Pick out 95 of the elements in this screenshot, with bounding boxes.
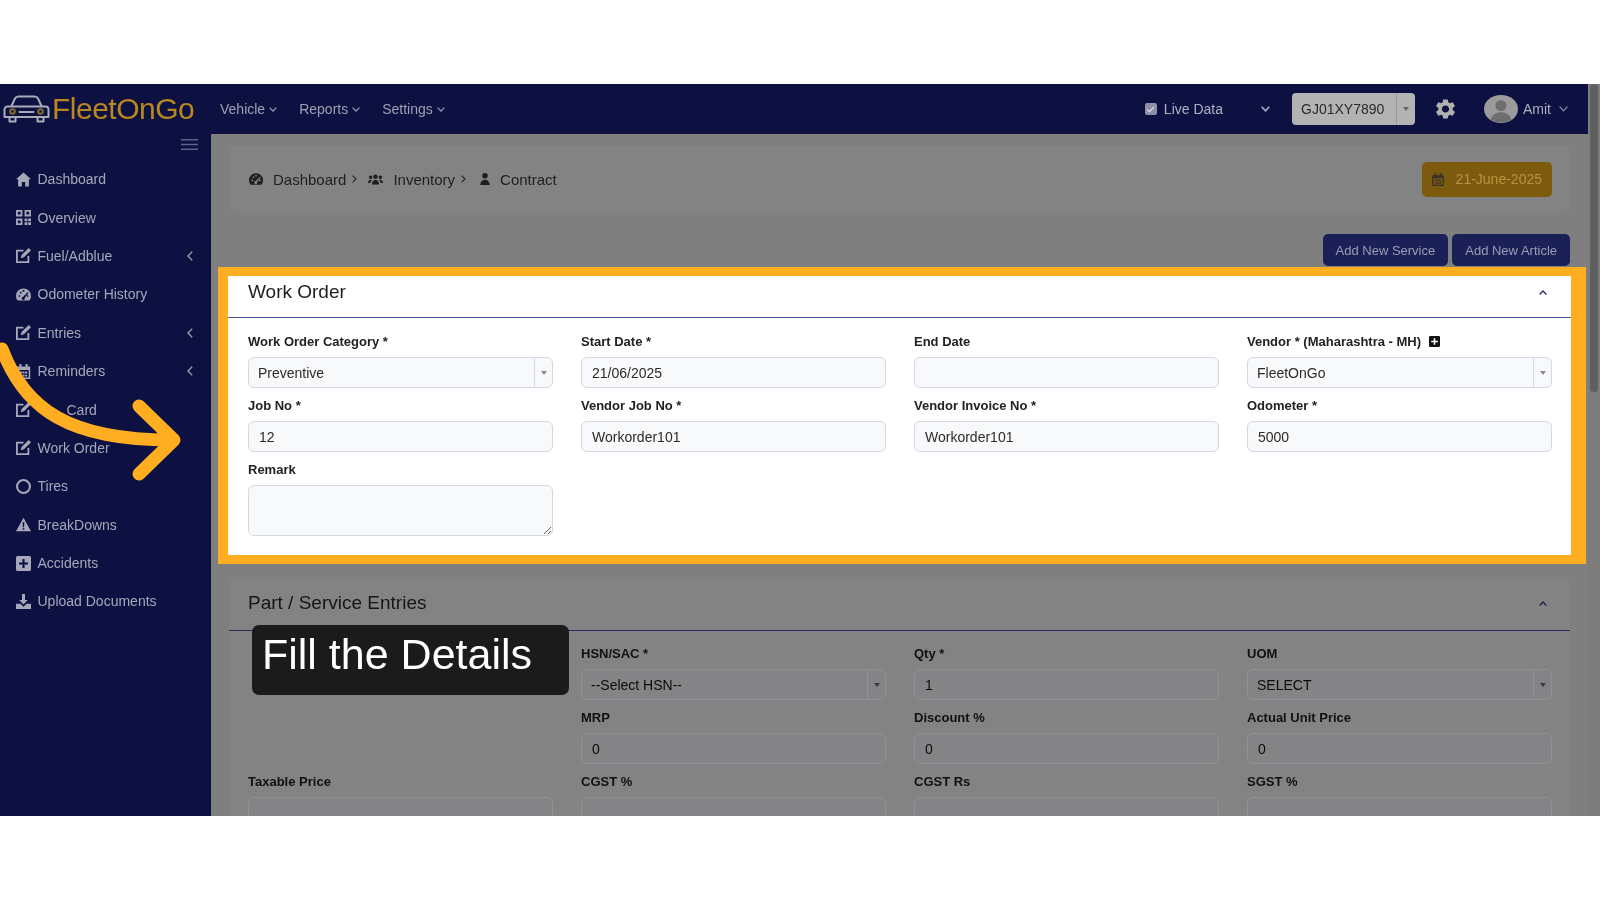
- checkbox[interactable]: [1144, 103, 1157, 115]
- caret-icon: [1403, 107, 1409, 111]
- sidebar-item[interactable]: Fuel/Adblue: [0, 236, 211, 276]
- field-label: Work Order Category *: [248, 333, 388, 350]
- scrollbar[interactable]: [1588, 84, 1600, 816]
- field-label: Qty *: [914, 645, 945, 662]
- chevron-right-icon: [352, 175, 358, 183]
- chevron-down-icon: [1559, 106, 1568, 112]
- select-field[interactable]: SELECT: [1247, 669, 1552, 700]
- edit-icon: [16, 248, 31, 264]
- edit-icon: [16, 402, 31, 418]
- home-icon: [16, 171, 31, 187]
- avatar-icon: [1484, 95, 1518, 123]
- car-icon: [3, 95, 50, 123]
- field-label: End Date: [914, 333, 971, 350]
- gauge-icon: [249, 173, 263, 185]
- field-label: UOM: [1247, 645, 1278, 662]
- input-field[interactable]: 0: [914, 733, 1219, 764]
- download-icon: [16, 594, 31, 609]
- add-button[interactable]: Add New Article: [1452, 234, 1570, 266]
- caret-icon: [1539, 370, 1546, 375]
- warning-icon: [16, 517, 31, 533]
- chevron-right-icon: [461, 175, 467, 183]
- input-field[interactable]: Workorder101: [581, 421, 886, 452]
- logo-text: FleetOnGo: [52, 92, 195, 126]
- field-label: Discount %: [914, 709, 985, 726]
- user-menu[interactable]: Amit: [1484, 95, 1568, 123]
- sidebar-item[interactable]: Entries: [0, 313, 211, 352]
- calendar-icon: [1431, 172, 1444, 186]
- grid-icon: [16, 210, 31, 226]
- edit-icon: [16, 440, 31, 456]
- chevron-up-icon[interactable]: [1539, 290, 1547, 295]
- settings-icon[interactable]: [1436, 99, 1455, 119]
- sidebar-item[interactable]: Tires: [0, 467, 211, 506]
- select-field[interactable]: Preventive: [248, 357, 553, 388]
- edit-icon: [16, 325, 31, 341]
- section-title: Work Order: [248, 281, 346, 303]
- sidebar-item[interactable]: BreakDowns: [0, 505, 211, 544]
- nav-menu[interactable]: Vehicle: [220, 101, 278, 117]
- add-button[interactable]: Add New Service: [1322, 234, 1449, 266]
- field-label: Odometer *: [1247, 397, 1318, 414]
- textarea-field[interactable]: [248, 485, 553, 536]
- breadcrumb-link[interactable]: Contract: [477, 170, 557, 188]
- input-field[interactable]: 0: [1247, 733, 1552, 764]
- field-label: Start Date *: [581, 333, 652, 350]
- users-icon: [368, 173, 384, 185]
- input-field[interactable]: Workorder101: [914, 421, 1219, 452]
- chevron-down-icon: [436, 106, 445, 112]
- sidebar-item[interactable]: Dashboard: [0, 160, 211, 199]
- caret-icon: [873, 682, 880, 687]
- field-label: Vendor Invoice No *: [914, 397, 1037, 414]
- user-icon: [480, 173, 491, 185]
- field-label: Remark: [248, 461, 296, 478]
- chevron-down-icon[interactable]: [1261, 106, 1270, 112]
- checkbox-label[interactable]: Live Data: [1163, 101, 1223, 117]
- sidebar-item[interactable]: Work Order: [0, 428, 211, 468]
- field-label: Vendor Job No *: [581, 397, 682, 414]
- sidebar-item[interactable]: Upload Documents: [0, 582, 211, 621]
- breadcrumb-link[interactable]: Dashboard: [249, 170, 347, 188]
- sidebar-item[interactable]: Card: [0, 390, 211, 429]
- select-field[interactable]: FleetOnGo: [1247, 357, 1552, 388]
- input-field[interactable]: 1: [914, 669, 1219, 700]
- field-label: Job No *: [248, 397, 301, 414]
- field-label: Taxable Price: [248, 773, 331, 790]
- field-label: Actual Unit Price: [1247, 709, 1352, 726]
- field-label: CGST %: [581, 773, 633, 790]
- caret-icon: [1539, 682, 1546, 687]
- sidebar-item[interactable]: Overview: [0, 198, 211, 237]
- field-label: SGST %: [1247, 773, 1298, 790]
- chevron-down-icon: [352, 106, 361, 112]
- input-field[interactable]: 21/06/2025: [581, 357, 886, 388]
- field-label: MRP: [581, 709, 610, 726]
- vehicle-select[interactable]: GJ01XY7890: [1292, 93, 1415, 125]
- caret-icon: [540, 370, 547, 375]
- calendar-icon: [16, 363, 31, 379]
- ring-icon: [16, 478, 31, 494]
- field-label: HSN/SAC *: [581, 645, 649, 662]
- nav-menu[interactable]: Settings: [382, 101, 445, 117]
- nav-menu[interactable]: Reports: [299, 101, 361, 117]
- chevron-down-icon: [269, 106, 278, 112]
- section-title: Part / Service Entries: [248, 592, 427, 614]
- field-label: CGST Rs: [914, 773, 971, 790]
- breadcrumb-link[interactable]: Inventory: [368, 170, 456, 188]
- sidebar-item[interactable]: Reminders: [0, 351, 211, 391]
- menu-icon[interactable]: [181, 139, 198, 150]
- select-field[interactable]: --Select HSN--: [581, 669, 886, 700]
- caption: Fill the Details: [252, 625, 570, 695]
- input-field[interactable]: 5000: [1247, 421, 1552, 452]
- gauge-icon: [16, 286, 31, 302]
- sidebar-item[interactable]: Odometer History: [0, 275, 211, 314]
- input-field[interactable]: 0: [581, 733, 886, 764]
- field-label: Vendor * (Maharashtra - MH): [1247, 333, 1422, 350]
- sidebar-item[interactable]: Accidents: [0, 543, 211, 583]
- scrollbar-thumb[interactable]: [1590, 84, 1598, 392]
- input-field[interactable]: 12: [248, 421, 553, 452]
